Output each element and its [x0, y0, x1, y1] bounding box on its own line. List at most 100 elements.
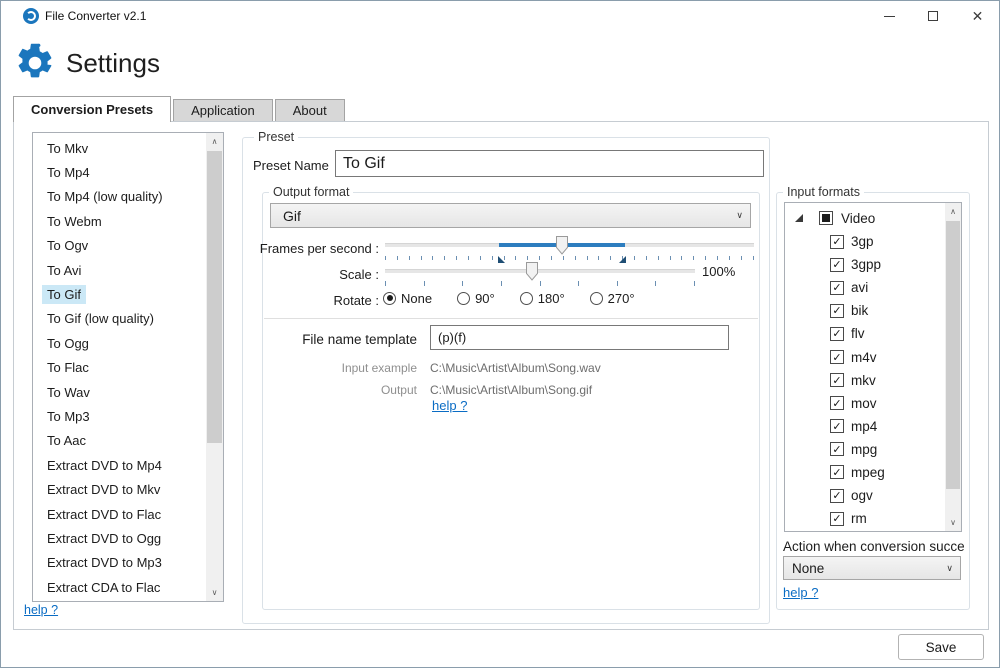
input-example-label: Input example [282, 361, 417, 375]
preset-list-item[interactable]: To Mp4 [33, 160, 206, 184]
preset-list-item[interactable]: To Mp3 [33, 404, 206, 428]
scale-value: 100% [702, 264, 735, 279]
format-row[interactable]: rm [785, 507, 945, 530]
output-format-dropdown[interactable]: Gif ∨ [270, 203, 751, 228]
format-checkbox[interactable] [830, 281, 844, 295]
preset-group-label: Preset [254, 130, 298, 144]
format-checkbox[interactable] [830, 304, 844, 318]
action-help-link[interactable]: help ? [783, 585, 818, 600]
presets-help-link[interactable]: help ? [24, 603, 58, 617]
preset-name-input[interactable] [335, 150, 764, 177]
format-row[interactable]: bik [785, 299, 945, 322]
format-checkbox[interactable] [830, 350, 844, 364]
file-name-template-input[interactable] [430, 325, 729, 350]
format-list: 3gp3gppavibikflvm4vmkvmovmp4mpgmpegogvrm [785, 230, 945, 530]
format-row[interactable]: mkv [785, 369, 945, 392]
scroll-down-icon[interactable]: ∨ [945, 514, 961, 531]
scrollbar-thumb[interactable] [946, 221, 960, 489]
format-checkbox[interactable] [830, 419, 844, 433]
maximize-icon [928, 11, 938, 21]
scroll-up-icon[interactable]: ∧ [206, 133, 223, 150]
format-checkbox[interactable] [830, 465, 844, 479]
radio-icon [457, 292, 470, 305]
preset-list-item[interactable]: To Avi [33, 258, 206, 282]
format-row[interactable]: mpg [785, 438, 945, 461]
preset-list-item[interactable]: To Webm [33, 209, 206, 233]
scroll-down-icon[interactable]: ∨ [206, 584, 223, 601]
video-checkbox[interactable] [819, 211, 833, 225]
format-checkbox[interactable] [830, 258, 844, 272]
scale-slider-track[interactable] [385, 269, 695, 273]
fps-label: Frames per second : [245, 241, 379, 256]
minimize-icon [884, 16, 895, 17]
preset-list-item[interactable]: Extract CDA to Flac [33, 575, 206, 599]
format-row[interactable]: flv [785, 322, 945, 345]
preset-name-label: Preset Name [253, 158, 329, 173]
format-row[interactable]: ogv [785, 484, 945, 507]
fps-slider-thumb[interactable] [556, 236, 568, 255]
action-label: Action when conversion succe [783, 539, 971, 554]
file-name-template-label: File name template [282, 332, 417, 347]
preset-list-item[interactable]: To Ogv [33, 234, 206, 258]
radio-icon [520, 292, 533, 305]
scale-slider-thumb[interactable] [526, 262, 538, 281]
action-dropdown[interactable]: None ∨ [783, 556, 961, 580]
preset-list-item[interactable]: To Mp4 (low quality) [33, 185, 206, 209]
radio-icon [590, 292, 603, 305]
tab[interactable]: Application [173, 99, 273, 121]
preset-list-scrollbar[interactable]: ∧ ∨ [206, 133, 223, 601]
tab[interactable]: About [275, 99, 345, 121]
scroll-up-icon[interactable]: ∧ [945, 203, 961, 220]
scale-label: Scale : [302, 267, 379, 282]
chevron-down-icon: ∨ [736, 210, 743, 221]
chevron-down-icon: ∨ [946, 563, 953, 574]
close-button[interactable]: ✕ [955, 1, 1000, 31]
preset-list-item[interactable]: Extract DVD to Mkv [33, 477, 206, 501]
tree-node-video[interactable]: Video [785, 207, 945, 229]
preset-list-item[interactable]: To Wav [33, 380, 206, 404]
format-checkbox[interactable] [830, 489, 844, 503]
scrollbar-thumb[interactable] [207, 151, 222, 443]
format-checkbox[interactable] [830, 235, 844, 249]
preset-list-item[interactable]: To Aac [33, 429, 206, 453]
format-checkbox[interactable] [830, 512, 844, 526]
preset-list-item[interactable]: To Gif [33, 282, 206, 306]
save-button[interactable]: Save [898, 634, 984, 660]
rotate-radio-option[interactable]: None [383, 291, 432, 306]
format-checkbox[interactable] [830, 396, 844, 410]
preset-list-item[interactable]: To Gif (low quality) [33, 307, 206, 331]
minimize-button[interactable] [867, 1, 911, 31]
tree-scrollbar[interactable]: ∧ ∨ [945, 203, 961, 531]
rotate-radio-option[interactable]: 180° [520, 291, 565, 306]
format-row[interactable]: mp4 [785, 415, 945, 438]
preset-list-item[interactable]: To Mkv [33, 136, 206, 160]
preset-list-item[interactable]: To Flac [33, 356, 206, 380]
format-checkbox[interactable] [830, 373, 844, 387]
fps-slider-track[interactable] [385, 243, 754, 247]
format-checkbox[interactable] [830, 327, 844, 341]
rotate-label: Rotate : [302, 293, 379, 308]
format-checkbox[interactable] [830, 442, 844, 456]
preset-list-item[interactable]: Extract DVD to Ogg [33, 526, 206, 550]
rotate-radio-option[interactable]: 270° [590, 291, 635, 306]
format-row[interactable]: 3gpp [785, 253, 945, 276]
settings-gear-icon [14, 42, 56, 84]
input-formats-group-label: Input formats [783, 185, 864, 199]
format-row[interactable]: 3gp [785, 230, 945, 253]
close-icon: ✕ [972, 8, 984, 25]
format-row[interactable]: avi [785, 276, 945, 299]
tree-expander-icon[interactable] [795, 214, 803, 222]
preset-list-item[interactable]: Extract DVD to Mp4 [33, 453, 206, 477]
preset-list-item[interactable]: Extract DVD to Mp3 [33, 551, 206, 575]
input-example-value: C:\Music\Artist\Album\Song.wav [430, 361, 601, 375]
maximize-button[interactable] [911, 1, 955, 31]
format-row[interactable]: mov [785, 392, 945, 415]
rotate-radio-option[interactable]: 90° [457, 291, 495, 306]
format-row[interactable]: m4v [785, 345, 945, 368]
tab[interactable]: Conversion Presets [13, 96, 171, 122]
preset-list-item[interactable]: Extract DVD to Flac [33, 502, 206, 526]
preset-list-item[interactable]: To Ogg [33, 331, 206, 355]
template-help-link[interactable]: help ? [432, 398, 467, 413]
separator [264, 318, 758, 319]
format-row[interactable]: mpeg [785, 461, 945, 484]
